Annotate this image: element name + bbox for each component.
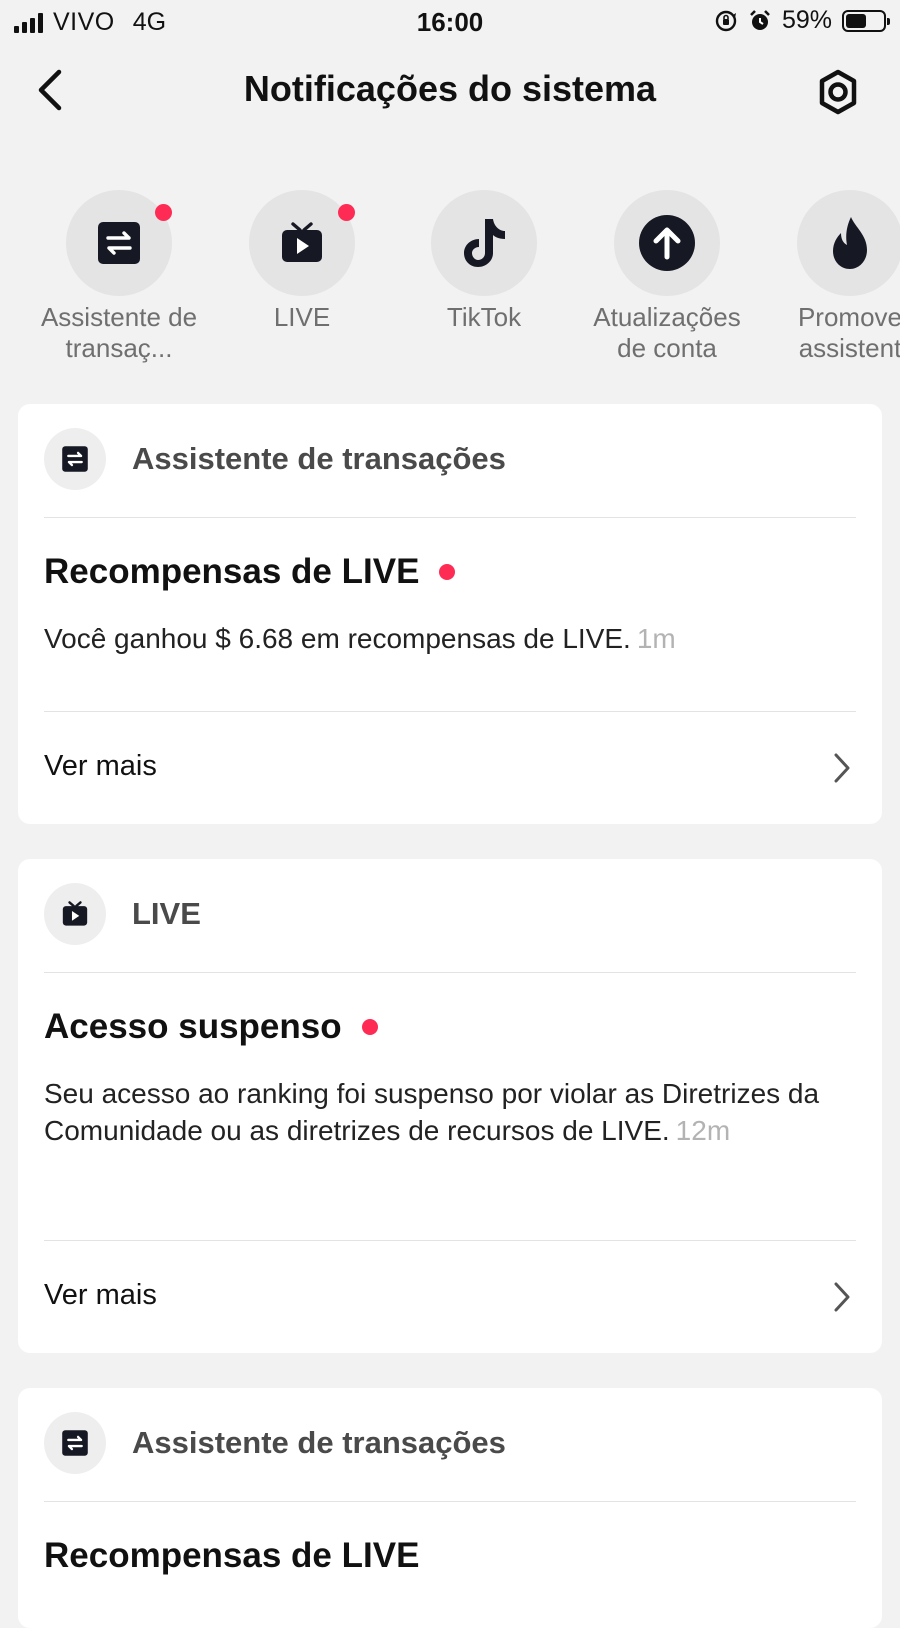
notification-card: Assistente de transações Recompensas de …	[18, 404, 882, 824]
unread-dot	[439, 564, 456, 580]
notification-card: Assistente de transações Recompensas de …	[18, 1388, 882, 1628]
category-row: Assistente de transaç... LIVE TikTok Atu…	[0, 190, 900, 370]
notification-time: 12m	[675, 1115, 731, 1146]
divider	[44, 517, 856, 518]
notification-time: 1m	[636, 623, 676, 654]
battery-percent: 59%	[781, 6, 832, 34]
category-label: TikTok	[446, 302, 522, 332]
battery-fill	[846, 13, 866, 28]
see-more-button[interactable]: Ver mais	[18, 712, 882, 822]
page-title: Notificações do sistema	[243, 68, 657, 109]
unread-dot	[338, 204, 355, 221]
category-icon-circle	[431, 190, 537, 296]
status-right: 59%	[714, 6, 890, 35]
see-more-label: Ver mais	[44, 750, 157, 782]
exchange-icon	[98, 222, 140, 264]
exchange-icon	[62, 1430, 88, 1456]
card-source-title: Assistente de transações	[132, 441, 506, 476]
notification-title-text: Acesso suspenso	[44, 1007, 342, 1046]
category-icon-circle	[797, 190, 900, 296]
category-promote-assistant[interactable]: Promove assistent	[760, 190, 900, 364]
status-bar: VIVO 4G 16:00 59%	[0, 0, 900, 46]
divider	[44, 1501, 856, 1502]
notification-title-text: Recompensas de LIVE	[44, 552, 420, 591]
card-source-icon	[44, 1412, 106, 1474]
category-label: Assistente de transaç...	[40, 302, 198, 363]
category-tiktok[interactable]: TikTok	[394, 190, 574, 333]
card-header: LIVE	[44, 883, 201, 945]
see-more-label: Ver mais	[44, 1279, 157, 1311]
flame-icon	[833, 217, 867, 269]
tv-play-icon	[62, 901, 88, 926]
category-transaction-assistant[interactable]: Assistente de transaç...	[29, 190, 209, 364]
card-source-title: LIVE	[132, 896, 201, 931]
notification-title: Recompensas de LIVE	[44, 552, 456, 592]
category-icon-circle	[614, 190, 720, 296]
exchange-icon	[62, 446, 88, 472]
category-icon-circle	[249, 190, 355, 296]
chevron-right-icon	[834, 1282, 850, 1312]
card-header: Assistente de transações	[44, 1412, 506, 1474]
settings-button[interactable]	[810, 64, 866, 120]
category-icon-circle	[66, 190, 172, 296]
see-more-button[interactable]: Ver mais	[18, 1241, 882, 1351]
notification-title-text: Recompensas de LIVE	[44, 1536, 420, 1575]
notification-card: LIVE Acesso suspenso Seu acesso ao ranki…	[18, 859, 882, 1353]
notification-body: Você ganhou $ 6.68 em recompensas de LIV…	[44, 620, 842, 657]
tiktok-icon	[464, 219, 505, 267]
category-account-updates[interactable]: Atualizações de conta	[577, 190, 757, 364]
category-label: Promove assistent	[797, 302, 900, 363]
gear-icon	[819, 69, 857, 115]
unread-dot	[155, 204, 172, 221]
notification-body-text: Você ganhou $ 6.68 em recompensas de LIV…	[44, 623, 631, 654]
category-live[interactable]: LIVE	[212, 190, 392, 333]
notification-title: Acesso suspenso	[44, 1007, 378, 1047]
notification-title: Recompensas de LIVE	[44, 1536, 419, 1576]
header: Notificações do sistema	[0, 50, 900, 130]
rotation-lock-icon	[715, 10, 737, 31]
unread-dot	[361, 1019, 378, 1035]
chevron-right-icon	[834, 753, 850, 783]
notification-body: Seu acesso ao ranking foi suspenso por v…	[44, 1075, 842, 1149]
divider	[44, 972, 856, 973]
card-header: Assistente de transações	[44, 428, 506, 490]
arrow-up-circle-icon	[639, 215, 695, 271]
tv-play-icon	[282, 222, 322, 262]
card-source-icon	[44, 428, 106, 490]
card-source-title: Assistente de transações	[132, 1425, 506, 1460]
card-source-icon	[44, 883, 106, 945]
battery-icon	[842, 9, 890, 32]
category-label: Atualizações de conta	[593, 302, 741, 363]
alarm-icon	[750, 9, 770, 30]
category-label: LIVE	[273, 302, 331, 332]
